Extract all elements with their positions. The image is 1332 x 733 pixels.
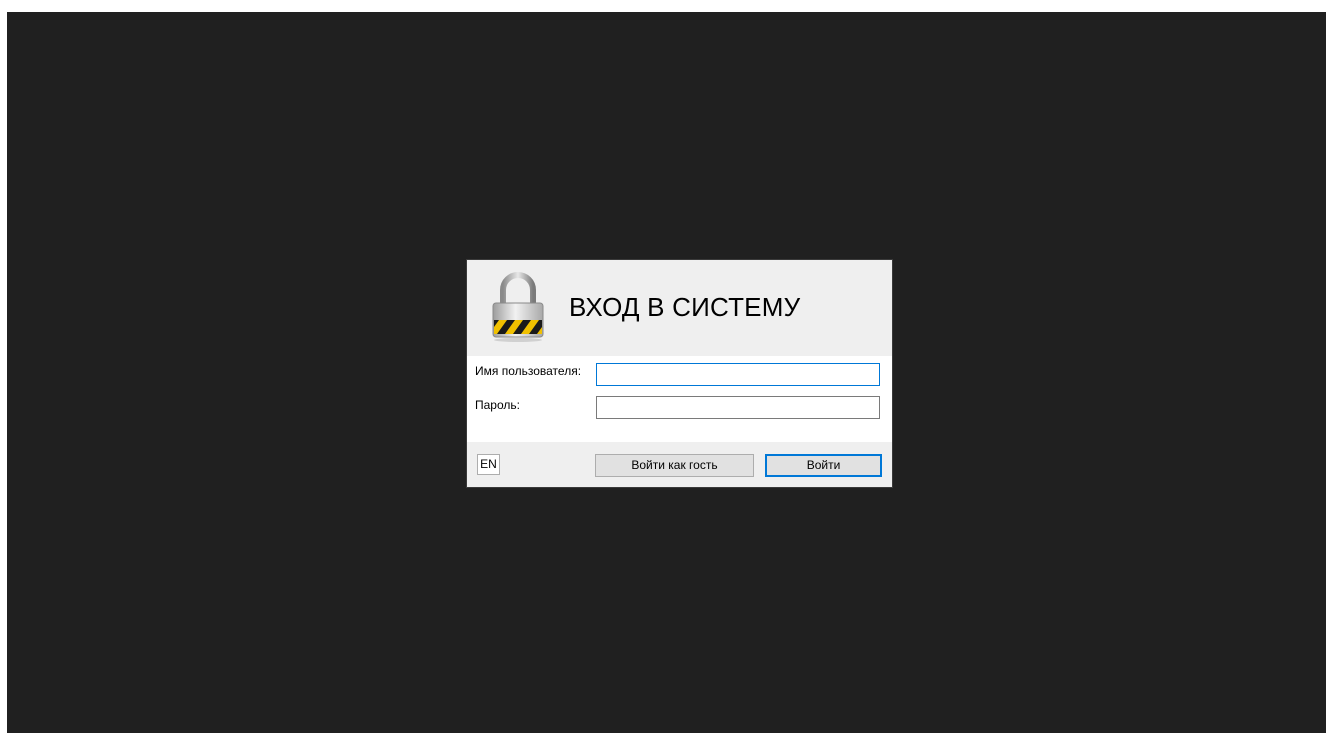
username-input[interactable] bbox=[596, 363, 880, 386]
padlock-icon bbox=[489, 270, 547, 342]
login-dialog: ВХОД В СИСТЕМУ Имя пользователя: Пароль:… bbox=[467, 260, 892, 487]
login-form: Имя пользователя: Пароль: bbox=[467, 356, 892, 442]
guest-login-button[interactable]: Войти как гость bbox=[595, 454, 754, 477]
dialog-title: ВХОД В СИСТЕМУ bbox=[569, 292, 801, 322]
password-label: Пароль: bbox=[475, 398, 520, 412]
username-label: Имя пользователя: bbox=[475, 364, 582, 378]
login-button[interactable]: Войти bbox=[765, 454, 882, 477]
language-toggle-button[interactable]: EN bbox=[477, 454, 500, 475]
dialog-footer: EN Войти как гость Войти bbox=[467, 442, 892, 487]
desktop-background: ВХОД В СИСТЕМУ Имя пользователя: Пароль:… bbox=[7, 12, 1326, 733]
password-input[interactable] bbox=[596, 396, 880, 419]
dialog-header: ВХОД В СИСТЕМУ bbox=[467, 260, 892, 356]
